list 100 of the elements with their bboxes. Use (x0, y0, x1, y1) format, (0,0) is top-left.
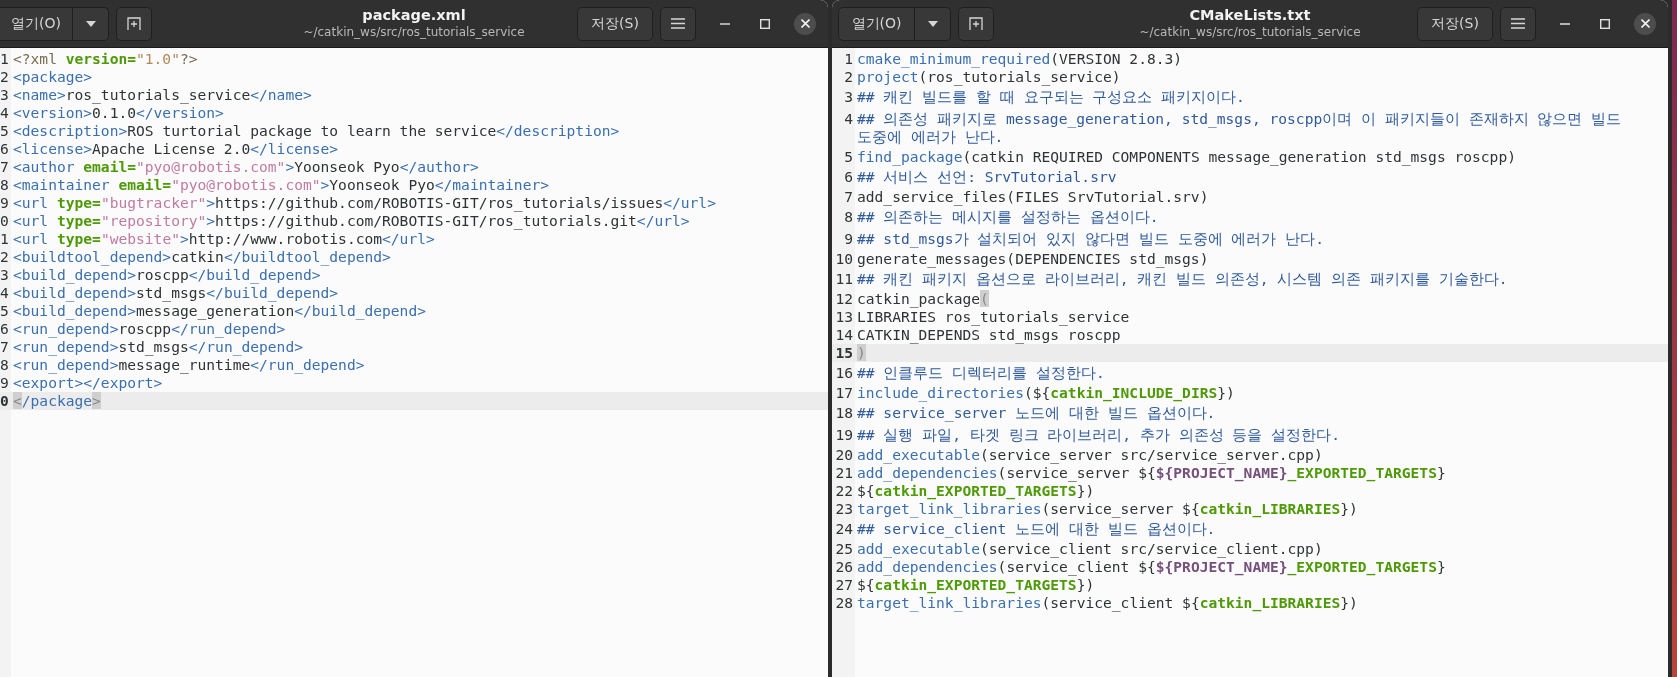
code-token: <name> (13, 86, 66, 103)
line-number: 21 (834, 464, 854, 482)
code-token: }) (1076, 482, 1095, 499)
code-editor[interactable] (832, 48, 1668, 677)
caret-icon (927, 20, 938, 27)
code-comment: ## service_server 노드에 대한 빌드 옵션이다. (857, 404, 1216, 421)
line-number: 26 (834, 558, 854, 576)
new-tab-button[interactable] (958, 6, 994, 41)
code-token: </build_depend> (188, 266, 321, 283)
line-number: 6 (0, 140, 10, 158)
code-token: "website" (100, 230, 180, 247)
code-token: <run_depend> (13, 356, 119, 373)
code-token: <buildtool_depend> (13, 248, 172, 265)
line-number: 20 (834, 446, 854, 464)
code-token: "bugtracker" (100, 194, 207, 211)
code-token: ${PROJECT_NAME} (1155, 464, 1288, 481)
open-button[interactable]: 열기(O) (838, 6, 915, 41)
line-number: 0 (0, 392, 10, 410)
code-token: </description> (496, 122, 620, 139)
line-number: 2 (843, 68, 854, 86)
code-token: _EXPORTED_TARGETS (1287, 558, 1437, 575)
code-token: </build_depend> (294, 302, 426, 319)
code-token: </run_depend> (188, 338, 303, 355)
line-number: 8 (843, 208, 854, 226)
code-token: </license> (250, 140, 339, 157)
line-number: 4 (0, 104, 10, 122)
code-token: add_executable (857, 540, 980, 557)
code-token: </buildtool_depend> (223, 248, 391, 265)
bracket-match: < (13, 392, 22, 409)
line-number: 7 (843, 188, 854, 206)
save-button[interactable]: 저장(S) (577, 6, 653, 41)
code-token: (catkin REQUIRED COMPONENTS message_generation std_msgs roscpp) (962, 148, 1516, 165)
line-number: 15 (834, 344, 854, 362)
code-token: } (1436, 558, 1446, 575)
code-token: <url (13, 212, 50, 229)
code-token: roscpp (136, 266, 189, 283)
code-token: > (206, 212, 216, 229)
code-token: </url> (636, 212, 690, 229)
line-number: 25 (834, 540, 854, 558)
close-icon (800, 19, 810, 28)
code-token: <version> (13, 104, 93, 121)
window-title: CMakeLists.txt (1189, 6, 1311, 24)
close-button[interactable] (794, 12, 816, 35)
code-token: </maintainer> (434, 176, 549, 193)
code-token: catkin_INCLUDE_DIRS (1050, 384, 1218, 401)
line-number: 7 (0, 158, 10, 176)
code-token: ${ (857, 576, 875, 593)
code-token: "pyo@robotis.com" (171, 176, 321, 193)
line-number: 3 (0, 86, 10, 104)
code-token: }) (1076, 576, 1095, 593)
code-token: LIBRARIES ros_tutorials_service (857, 308, 1130, 325)
code-token: project (857, 68, 919, 85)
line-number: 1 (0, 230, 10, 248)
dropdown-button[interactable] (73, 6, 109, 41)
line-number: 1 (843, 50, 854, 68)
code-token: > (320, 176, 330, 193)
line-number: 13 (834, 308, 854, 326)
open-button[interactable]: 열기(O) (0, 6, 73, 41)
line-number: 14 (834, 326, 854, 344)
code-token: }) (1340, 500, 1358, 517)
menu-button[interactable] (660, 6, 696, 41)
bracket-match: ) (857, 344, 866, 361)
code-token: <author (13, 158, 76, 175)
code-token: add_service_files(FILES SrvTutorial.srv) (857, 188, 1209, 205)
line-number: 3 (0, 266, 10, 284)
code-token: add_dependencies (857, 464, 998, 481)
save-button[interactable]: 저장(S) (1417, 6, 1493, 41)
code-token: type= (56, 212, 101, 229)
code-token: (service_client ${ (1041, 594, 1200, 611)
code-token: ?> (179, 50, 198, 67)
code-token: https://github.com/ROBOTIS-GIT/ros_tutorials/issues (215, 194, 664, 211)
code-token: }) (1217, 384, 1235, 401)
code-comment: ## 캐킨 빌드를 할 때 요구되는 구성요소 패키지이다. (857, 88, 1245, 105)
code-token: <build_depend> (13, 302, 136, 319)
line-number: 27 (834, 576, 854, 594)
code-token: catkin (171, 248, 224, 265)
code-token: <build_depend> (13, 266, 136, 283)
code-token: (service_client ${ (997, 558, 1156, 575)
code-token: find_package (857, 148, 963, 165)
minimize-icon (1560, 22, 1570, 25)
code-editor[interactable] (0, 48, 828, 677)
menu-icon (1511, 18, 1525, 29)
code-comment: ## 인클루드 디렉터리를 설정한다. (857, 364, 1105, 381)
dropdown-button[interactable] (915, 6, 951, 41)
code-token: email= (118, 176, 172, 193)
line-number: 6 (0, 320, 10, 338)
line-number: 2 (0, 68, 10, 86)
line-number: 8 (0, 176, 10, 194)
menu-button[interactable] (1500, 6, 1536, 41)
new-tab-button[interactable] (116, 6, 152, 41)
line-number: 3 (843, 88, 854, 106)
code-comment: ## 의존성 패키지로 message_generation, std_msgs, roscpp이며 이 패키지들이 존재하지 않으면 빌드 도중에 에러가 난다. (857, 110, 1623, 145)
file-path: ~/catkin_ws/src/ros_tutorials_service (1139, 24, 1361, 40)
line-number: 4 (0, 284, 10, 302)
code-token: (${ (1023, 384, 1051, 401)
line-number: 7 (0, 338, 10, 356)
code-token: Yoonseok Pyo (294, 158, 400, 175)
close-button[interactable] (1634, 12, 1656, 35)
code-token: ros_tutorials_service (65, 86, 251, 103)
code-token: add_dependencies (857, 558, 998, 575)
